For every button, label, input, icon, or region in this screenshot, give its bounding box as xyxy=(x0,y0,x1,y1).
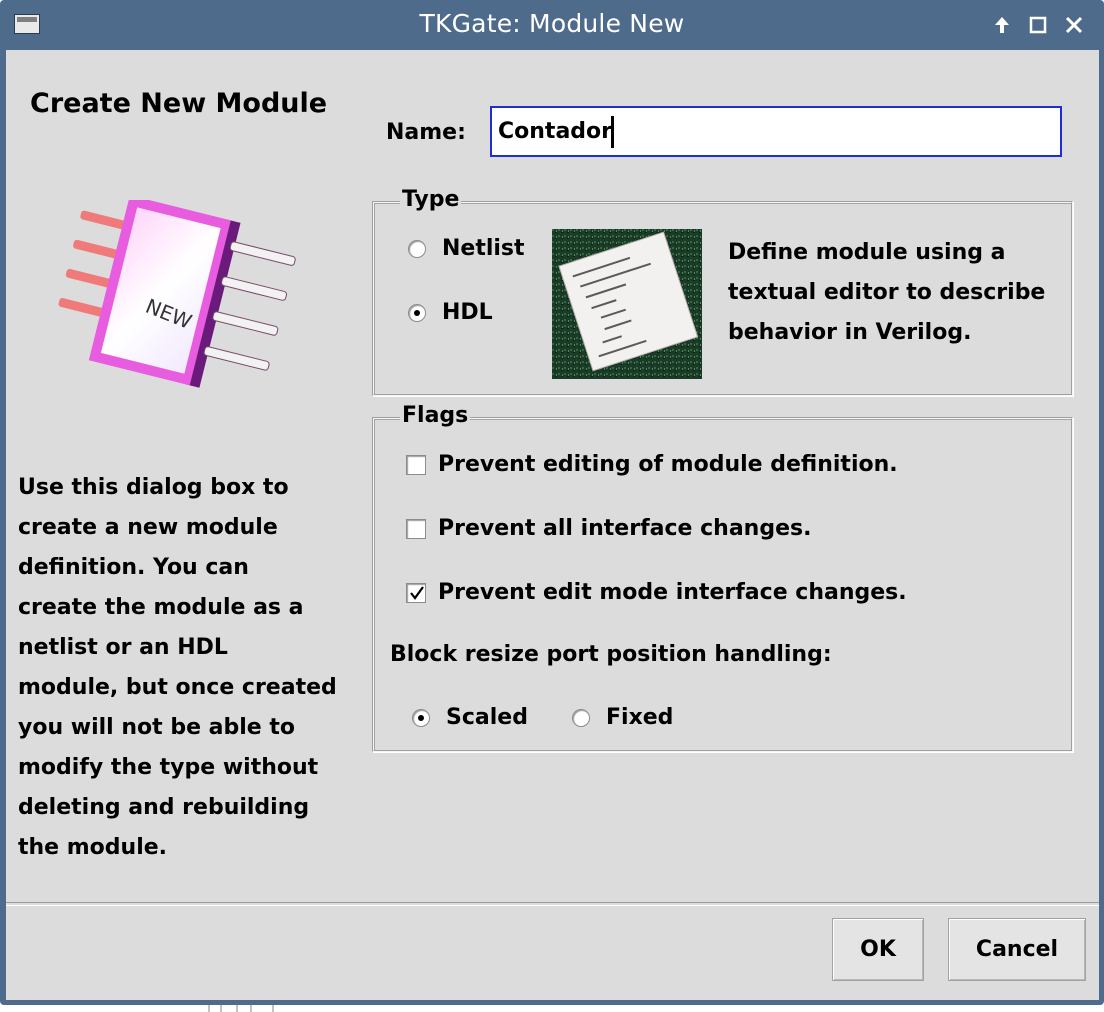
module-name-input[interactable] xyxy=(490,106,1062,157)
type-group: Type Netlist HDL Define module using a t… xyxy=(372,187,1073,396)
maximize-icon[interactable] xyxy=(1024,10,1052,40)
ok-button[interactable]: OK xyxy=(832,918,924,981)
background-edge xyxy=(208,1005,210,1012)
background-edge xyxy=(250,1005,252,1012)
prevent-editing-label[interactable]: Prevent editing of module definition. xyxy=(438,452,898,477)
dialog-body: Create New Module NEW Use this dialog bo… xyxy=(6,50,1099,1000)
block-resize-label: Block resize port position handling: xyxy=(390,642,832,667)
checkmark-icon xyxy=(410,586,424,600)
keep-above-icon[interactable] xyxy=(988,10,1016,40)
close-icon[interactable] xyxy=(1060,10,1088,40)
text-caret xyxy=(611,116,614,148)
hdl-label[interactable]: HDL xyxy=(442,300,493,325)
type-group-title: Type xyxy=(400,187,462,212)
flags-group: Flags Prevent editing of module definiti… xyxy=(372,403,1073,752)
name-label: Name: xyxy=(386,120,466,145)
prevent-interface-changes-checkbox[interactable] xyxy=(406,519,426,539)
prevent-editing-checkbox[interactable] xyxy=(406,455,426,475)
new-module-chip-image: NEW xyxy=(58,200,296,388)
fixed-radio[interactable] xyxy=(572,709,590,727)
fixed-label[interactable]: Fixed xyxy=(606,705,673,730)
background-edge xyxy=(272,1005,274,1012)
title-bar[interactable]: TKGate: Module New xyxy=(0,0,1104,50)
dialog-window: TKGate: Module New Create New Module NEW… xyxy=(0,0,1104,1005)
background-edge xyxy=(220,1005,222,1012)
hdl-radio[interactable] xyxy=(408,304,426,322)
prevent-interface-changes-label[interactable]: Prevent all interface changes. xyxy=(438,516,811,541)
prevent-edit-mode-changes-checkbox[interactable] xyxy=(406,583,426,603)
dialog-description: Use this dialog box to create a new modu… xyxy=(18,475,337,860)
prevent-edit-mode-changes-label[interactable]: Prevent edit mode interface changes. xyxy=(438,580,907,605)
window-title: TKGate: Module New xyxy=(419,9,685,38)
hdl-text-preview-image xyxy=(552,229,702,379)
button-separator xyxy=(6,902,1099,906)
dialog-heading: Create New Module xyxy=(30,88,328,119)
background-edge xyxy=(236,1005,238,1012)
flags-group-title: Flags xyxy=(400,403,471,428)
cancel-button[interactable]: Cancel xyxy=(948,918,1086,981)
netlist-radio[interactable] xyxy=(408,240,426,258)
scaled-label[interactable]: Scaled xyxy=(446,705,528,730)
scaled-radio[interactable] xyxy=(412,709,430,727)
type-description: Define module using a textual editor to … xyxy=(728,240,1046,345)
netlist-label[interactable]: Netlist xyxy=(442,236,525,261)
